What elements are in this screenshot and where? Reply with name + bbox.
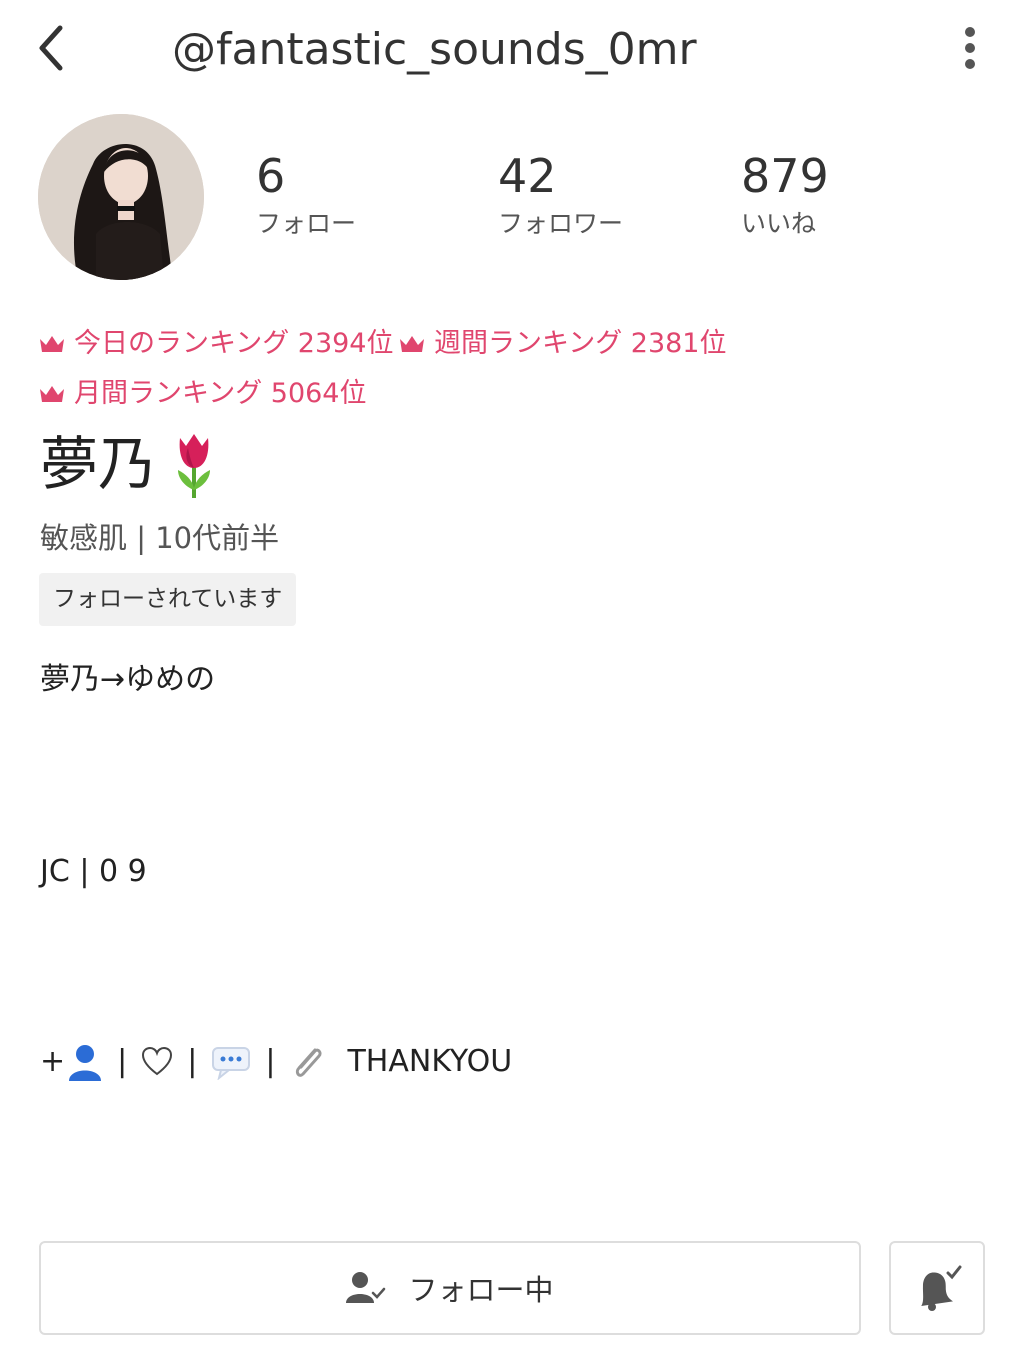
- ranking-monthly-text: 月間ランキング 5064位: [74, 378, 367, 409]
- following-button[interactable]: フォロー中: [39, 1241, 861, 1335]
- bio-separator: |: [117, 1044, 128, 1079]
- following-button-label: フォロー中: [408, 1273, 554, 1307]
- bio-line-2: JC | 0 9: [40, 854, 147, 889]
- crown-icon: [40, 336, 64, 352]
- paperclip-icon: [296, 1048, 323, 1077]
- bio-thankyou: THANKYOU: [347, 1044, 513, 1079]
- bio-line-1: 夢乃→ゆめの: [40, 662, 216, 697]
- back-button[interactable]: [30, 20, 74, 76]
- likes-count: 879: [741, 149, 829, 203]
- followers-label: フォロワー: [498, 209, 624, 238]
- notification-button[interactable]: [889, 1241, 985, 1335]
- ranking-weekly[interactable]: 週間ランキング 2381位: [398, 326, 727, 362]
- ranking-daily[interactable]: 今日のランキング 2394位: [38, 326, 394, 362]
- heart-icon: [142, 1047, 173, 1076]
- chevron-left-icon: [39, 25, 63, 71]
- likes-label: いいね: [741, 209, 817, 238]
- followers-count: 42: [498, 149, 557, 203]
- stat-likes[interactable]: 879 いいね: [741, 148, 829, 240]
- bell-check-icon: [921, 1265, 962, 1311]
- speech-bubble-icon: [212, 1047, 251, 1080]
- bio-plus: +: [40, 1044, 66, 1079]
- bio-separator: |: [187, 1044, 198, 1079]
- stat-following[interactable]: 6 フォロー: [256, 148, 356, 240]
- bio-separator: |: [265, 1044, 276, 1079]
- person-check-icon: [346, 1272, 386, 1303]
- person-icon: [69, 1045, 102, 1081]
- avatar-photo: [38, 114, 204, 280]
- vertical-dots-icon: [965, 27, 975, 69]
- more-options-button[interactable]: [950, 24, 990, 72]
- following-label: フォロー: [256, 209, 357, 238]
- profile-attributes: 敏感肌 | 10代前半: [40, 521, 280, 555]
- ranking-monthly[interactable]: 月間ランキング 5064位: [38, 376, 367, 412]
- ranking-weekly-text: 週間ランキング 2381位: [434, 328, 727, 359]
- display-name: 夢乃: [40, 430, 157, 498]
- crown-icon: [400, 336, 424, 352]
- avatar[interactable]: [38, 114, 204, 280]
- profile-username: @fantastic_sounds_0mr: [172, 24, 697, 75]
- stat-followers[interactable]: 42 フォロワー: [498, 148, 623, 240]
- followed-by-badge: フォローされています: [39, 573, 297, 626]
- ranking-daily-text: 今日のランキング 2394位: [74, 328, 394, 359]
- following-count: 6: [256, 149, 286, 203]
- bio-line-3: + | | | THANKYOU: [40, 1040, 512, 1084]
- tulip-icon: [166, 428, 222, 500]
- crown-icon: [40, 386, 64, 402]
